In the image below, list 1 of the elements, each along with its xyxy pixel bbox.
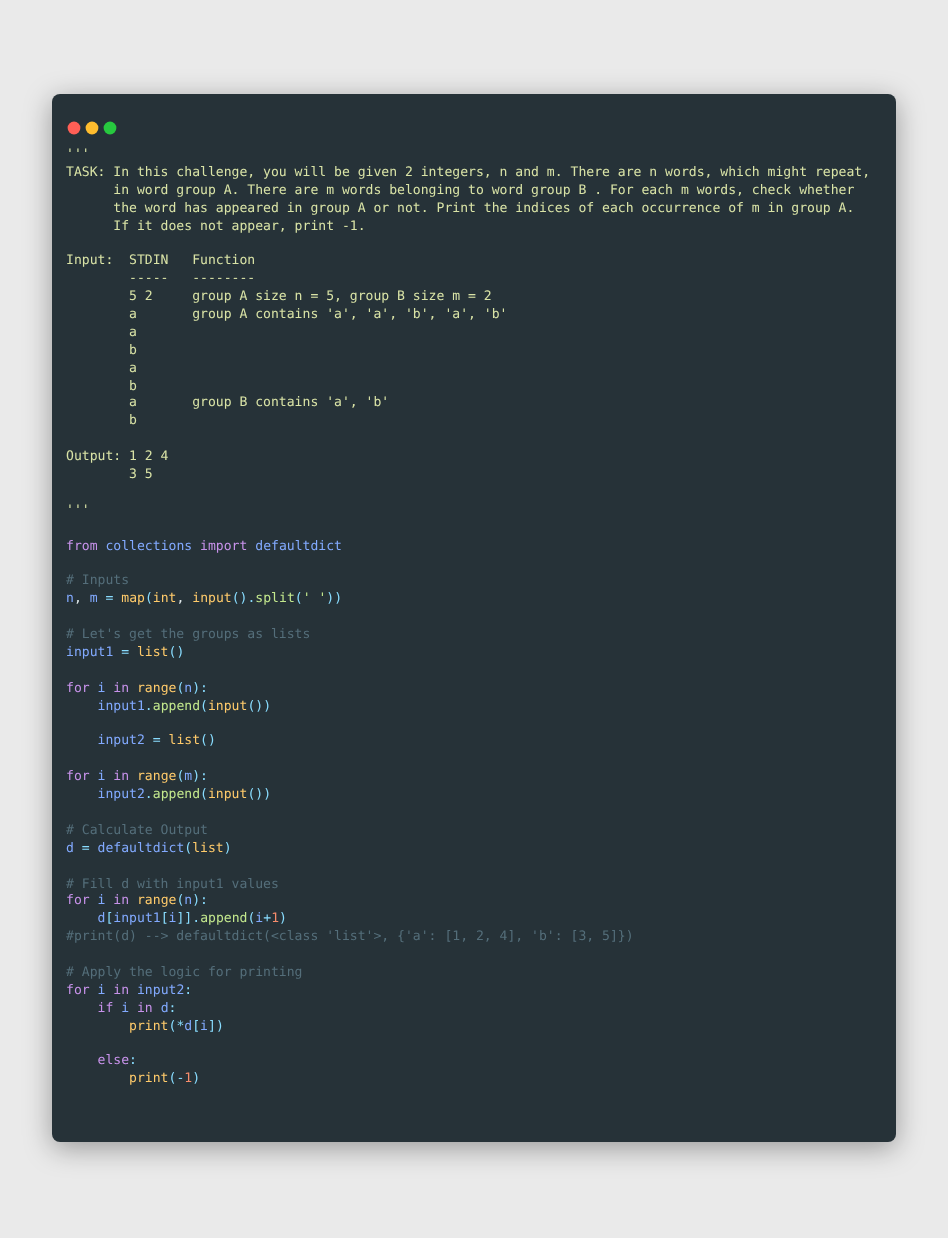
window-controls-icon: [66, 120, 118, 136]
